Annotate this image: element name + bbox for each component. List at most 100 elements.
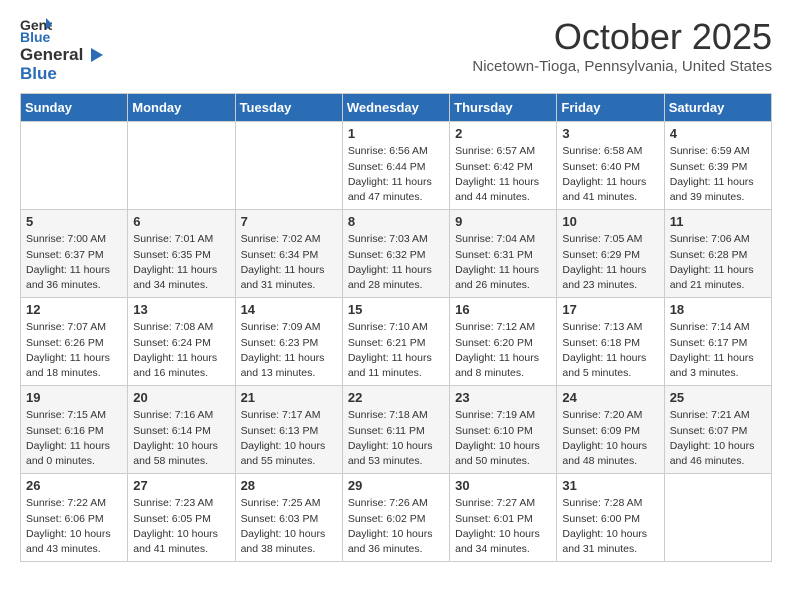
logo-arrow-icon	[87, 46, 105, 64]
calendar-cell: 11Sunrise: 7:06 AM Sunset: 6:28 PM Dayli…	[664, 210, 771, 298]
day-number: 30	[455, 478, 551, 493]
day-info: Sunrise: 7:00 AM Sunset: 6:37 PM Dayligh…	[26, 232, 122, 293]
day-info: Sunrise: 7:28 AM Sunset: 6:00 PM Dayligh…	[562, 496, 658, 557]
calendar-cell: 6Sunrise: 7:01 AM Sunset: 6:35 PM Daylig…	[128, 210, 235, 298]
location-text: Nicetown-Tioga, Pennsylvania, United Sta…	[472, 58, 772, 75]
day-number: 26	[26, 478, 122, 493]
day-number: 10	[562, 214, 658, 229]
calendar-cell: 3 Sunrise: 6:58 AM Sunset: 6:40 PM Daylig…	[557, 122, 664, 210]
calendar-cell	[21, 122, 128, 210]
calendar-cell: 8 Sunrise: 7:03 AM Sunset: 6:32 PM Daylig…	[342, 210, 449, 298]
calendar-cell: 24 Sunrise: 7:20 AM Sunset: 6:09 PM Dayli…	[557, 386, 664, 474]
column-header-tuesday: Tuesday	[235, 94, 342, 122]
day-number: 6	[133, 214, 229, 229]
day-number: 3	[562, 126, 658, 141]
day-number: 12	[26, 302, 122, 317]
calendar-cell: 5Sunrise: 7:00 AM Sunset: 6:37 PM Daylig…	[21, 210, 128, 298]
calendar-week-row: 26Sunrise: 7:22 AM Sunset: 6:06 PM Dayli…	[21, 474, 772, 562]
month-title: October 2025	[472, 16, 772, 58]
calendar-cell: 15 Sunrise: 7:10 AM Sunset: 6:21 PM Dayli…	[342, 298, 449, 386]
calendar-week-row: 19Sunrise: 7:15 AM Sunset: 6:16 PM Dayli…	[21, 386, 772, 474]
day-number: 7	[241, 214, 337, 229]
day-number: 24	[562, 390, 658, 405]
calendar-cell: 10 Sunrise: 7:05 AM Sunset: 6:29 PM Dayli…	[557, 210, 664, 298]
calendar-cell: 1Sunrise: 6:56 AM Sunset: 6:44 PM Daylig…	[342, 122, 449, 210]
calendar-cell	[664, 474, 771, 562]
day-number: 9	[455, 214, 551, 229]
day-number: 8	[348, 214, 444, 229]
day-info: Sunrise: 7:04 AM Sunset: 6:31 PM Dayligh…	[455, 232, 551, 293]
day-info: Sunrise: 7:26 AM Sunset: 6:02 PM Dayligh…	[348, 496, 444, 557]
day-number: 19	[26, 390, 122, 405]
day-number: 27	[133, 478, 229, 493]
column-header-thursday: Thursday	[450, 94, 557, 122]
day-number: 25	[670, 390, 766, 405]
day-info: Sunrise: 7:20 AM Sunset: 6:09 PM Dayligh…	[562, 408, 658, 469]
day-info: Sunrise: 7:17 AM Sunset: 6:13 PM Dayligh…	[241, 408, 337, 469]
calendar-week-row: 5Sunrise: 7:00 AM Sunset: 6:37 PM Daylig…	[21, 210, 772, 298]
calendar-cell: 25 Sunrise: 7:21 AM Sunset: 6:07 PM Dayli…	[664, 386, 771, 474]
day-number: 2	[455, 126, 551, 141]
day-number: 18	[670, 302, 766, 317]
day-info: Sunrise: 7:19 AM Sunset: 6:10 PM Dayligh…	[455, 408, 551, 469]
calendar-cell: 12Sunrise: 7:07 AM Sunset: 6:26 PM Dayli…	[21, 298, 128, 386]
day-number: 23	[455, 390, 551, 405]
calendar-cell: 31 Sunrise: 7:28 AM Sunset: 6:00 PM Dayli…	[557, 474, 664, 562]
calendar-cell: 29 Sunrise: 7:26 AM Sunset: 6:02 PM Dayli…	[342, 474, 449, 562]
logo-icon: General Blue	[20, 16, 52, 44]
day-info: Sunrise: 7:12 AM Sunset: 6:20 PM Dayligh…	[455, 320, 551, 381]
calendar-cell: 17 Sunrise: 7:13 AM Sunset: 6:18 PM Dayli…	[557, 298, 664, 386]
logo-blue-text: Blue	[20, 65, 105, 84]
day-number: 14	[241, 302, 337, 317]
calendar-cell: 13Sunrise: 7:08 AM Sunset: 6:24 PM Dayli…	[128, 298, 235, 386]
calendar-week-row: 12Sunrise: 7:07 AM Sunset: 6:26 PM Dayli…	[21, 298, 772, 386]
calendar-cell: 28Sunrise: 7:25 AM Sunset: 6:03 PM Dayli…	[235, 474, 342, 562]
day-number: 29	[348, 478, 444, 493]
day-number: 31	[562, 478, 658, 493]
calendar-cell: 16Sunrise: 7:12 AM Sunset: 6:20 PM Dayli…	[450, 298, 557, 386]
calendar-cell: 14 Sunrise: 7:09 AM Sunset: 6:23 PM Dayli…	[235, 298, 342, 386]
day-number: 4	[670, 126, 766, 141]
day-info: Sunrise: 7:02 AM Sunset: 6:34 PM Dayligh…	[241, 232, 337, 293]
day-info: Sunrise: 7:14 AM Sunset: 6:17 PM Dayligh…	[670, 320, 766, 381]
calendar-cell: 21 Sunrise: 7:17 AM Sunset: 6:13 PM Dayli…	[235, 386, 342, 474]
calendar-cell: 9 Sunrise: 7:04 AM Sunset: 6:31 PM Daylig…	[450, 210, 557, 298]
calendar-header-row: SundayMondayTuesdayWednesdayThursdayFrid…	[21, 94, 772, 122]
calendar-cell: 27Sunrise: 7:23 AM Sunset: 6:05 PM Dayli…	[128, 474, 235, 562]
day-info: Sunrise: 7:10 AM Sunset: 6:21 PM Dayligh…	[348, 320, 444, 381]
day-info: Sunrise: 6:57 AM Sunset: 6:42 PM Dayligh…	[455, 144, 551, 205]
day-number: 22	[348, 390, 444, 405]
day-number: 15	[348, 302, 444, 317]
day-number: 21	[241, 390, 337, 405]
day-info: Sunrise: 7:08 AM Sunset: 6:24 PM Dayligh…	[133, 320, 229, 381]
logo: General Blue General Blue	[20, 16, 105, 83]
day-info: Sunrise: 7:09 AM Sunset: 6:23 PM Dayligh…	[241, 320, 337, 381]
column-header-monday: Monday	[128, 94, 235, 122]
column-header-friday: Friday	[557, 94, 664, 122]
day-info: Sunrise: 7:27 AM Sunset: 6:01 PM Dayligh…	[455, 496, 551, 557]
day-number: 20	[133, 390, 229, 405]
calendar-cell: 7 Sunrise: 7:02 AM Sunset: 6:34 PM Daylig…	[235, 210, 342, 298]
calendar-cell: 4 Sunrise: 6:59 AM Sunset: 6:39 PM Daylig…	[664, 122, 771, 210]
calendar-cell	[235, 122, 342, 210]
calendar-week-row: 1Sunrise: 6:56 AM Sunset: 6:44 PM Daylig…	[21, 122, 772, 210]
calendar-cell: 23 Sunrise: 7:19 AM Sunset: 6:10 PM Dayli…	[450, 386, 557, 474]
calendar-table: SundayMondayTuesdayWednesdayThursdayFrid…	[20, 93, 772, 562]
day-info: Sunrise: 7:06 AM Sunset: 6:28 PM Dayligh…	[670, 232, 766, 293]
day-info: Sunrise: 7:18 AM Sunset: 6:11 PM Dayligh…	[348, 408, 444, 469]
svg-text:Blue: Blue	[20, 29, 51, 44]
calendar-cell: 2 Sunrise: 6:57 AM Sunset: 6:42 PM Daylig…	[450, 122, 557, 210]
logo-general-text: General	[20, 46, 83, 65]
day-info: Sunrise: 7:25 AM Sunset: 6:03 PM Dayligh…	[241, 496, 337, 557]
calendar-cell: 30 Sunrise: 7:27 AM Sunset: 6:01 PM Dayli…	[450, 474, 557, 562]
title-block: October 2025 Nicetown-Tioga, Pennsylvani…	[472, 16, 772, 75]
day-info: Sunrise: 7:05 AM Sunset: 6:29 PM Dayligh…	[562, 232, 658, 293]
day-info: Sunrise: 6:56 AM Sunset: 6:44 PM Dayligh…	[348, 144, 444, 205]
day-info: Sunrise: 7:21 AM Sunset: 6:07 PM Dayligh…	[670, 408, 766, 469]
day-number: 17	[562, 302, 658, 317]
day-info: Sunrise: 6:59 AM Sunset: 6:39 PM Dayligh…	[670, 144, 766, 205]
day-info: Sunrise: 7:03 AM Sunset: 6:32 PM Dayligh…	[348, 232, 444, 293]
day-info: Sunrise: 6:58 AM Sunset: 6:40 PM Dayligh…	[562, 144, 658, 205]
calendar-cell: 26Sunrise: 7:22 AM Sunset: 6:06 PM Dayli…	[21, 474, 128, 562]
day-info: Sunrise: 7:13 AM Sunset: 6:18 PM Dayligh…	[562, 320, 658, 381]
